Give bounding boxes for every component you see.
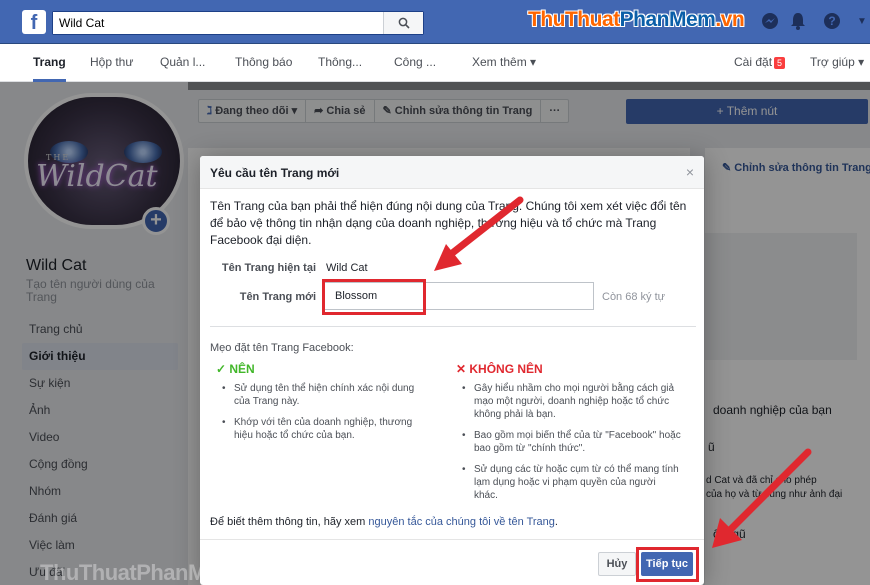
search-input[interactable] — [53, 12, 383, 34]
facebook-logo-icon[interactable]: f — [22, 10, 46, 34]
tab-publishing-tools[interactable]: Công ... — [394, 44, 436, 82]
do-heading: ✓ NÊN — [216, 362, 255, 376]
search-icon — [398, 17, 410, 29]
svg-text:?: ? — [828, 14, 835, 28]
tab-page[interactable]: Trang — [33, 44, 66, 82]
cancel-button[interactable]: Hủy — [598, 552, 636, 576]
more-info-prefix: Để biết thêm thông tin, hãy xem — [210, 516, 369, 528]
dont-list: Gây hiểu nhầm cho mọi người bằng cách gi… — [460, 382, 682, 510]
list-item: Gây hiểu nhầm cho mọi người bằng cách gi… — [460, 382, 682, 421]
more-info-text: Để biết thêm thông tin, hãy xem nguyên t… — [210, 516, 558, 528]
page-name-guidelines-link[interactable]: nguyên tắc của chúng tôi về tên Trang — [368, 516, 555, 528]
list-item: Sử dụng tên thể hiện chính xác nội dung … — [220, 382, 430, 408]
dialog-divider — [210, 326, 696, 327]
current-name-label: Tên Trang hiện tại — [221, 262, 316, 274]
continue-highlight-box — [636, 547, 699, 582]
list-item: Sử dụng các từ hoặc cụm từ có thể mang t… — [460, 463, 682, 502]
new-name-highlight-box — [322, 279, 426, 315]
more-info-suffix: . — [554, 516, 558, 528]
tab-more[interactable]: Xem thêm ▾ — [472, 44, 536, 82]
notifications-bell-icon[interactable] — [788, 12, 808, 32]
account-menu-arrow-icon[interactable]: ▼ — [852, 12, 870, 32]
help-question-icon[interactable]: ? — [822, 12, 842, 32]
settings-badge: 5 — [774, 56, 786, 69]
tab-notifications[interactable]: Thông báo — [235, 44, 292, 82]
close-icon[interactable]: × — [686, 164, 694, 180]
watermark-bottom: ThuThuatPhanMem.vn — [40, 560, 267, 585]
settings-link[interactable]: Cài đặt 5 — [734, 44, 786, 82]
characters-remaining: Còn 68 ký tự — [602, 291, 666, 303]
dont-heading: ✕ KHÔNG NÊN — [456, 362, 543, 376]
dialog-header: Yêu cầu tên Trang mới × — [200, 156, 704, 189]
dialog-description: Tên Trang của bạn phải thể hiện đúng nội… — [210, 199, 687, 247]
list-item: Khớp với tên của doanh nghiệp, thương hi… — [220, 416, 430, 442]
watermark-logo: ThuThuatPhanMem.vn — [528, 8, 745, 31]
tab-inbox[interactable]: Hộp thư — [90, 44, 133, 82]
new-name-label: Tên Trang mới — [239, 291, 316, 303]
tab-manage[interactable]: Quản l... — [160, 44, 205, 82]
help-link[interactable]: Trợ giúp ▾ — [810, 44, 864, 82]
rename-page-dialog: Yêu cầu tên Trang mới × Tên Trang của bạ… — [200, 156, 704, 585]
top-bar: f ThuThuatPhanMem.vn ? ▼ — [0, 0, 870, 44]
dialog-title: Yêu cầu tên Trang mới — [210, 166, 340, 180]
do-list: Sử dụng tên thể hiện chính xác nội dung … — [220, 382, 430, 450]
messenger-icon[interactable] — [760, 12, 780, 32]
page-nav-bar: Trang Hộp thư Quản l... Thông báo Thông.… — [0, 44, 870, 82]
list-item: Bao gồm mọi biến thể của từ "Facebook" h… — [460, 429, 682, 455]
search-box[interactable] — [52, 11, 424, 35]
current-name-value: Wild Cat — [326, 262, 368, 274]
settings-label: Cài đặt — [734, 55, 773, 69]
tips-title: Mẹo đặt tên Trang Facebook: — [210, 342, 354, 354]
search-button[interactable] — [383, 12, 423, 34]
tab-insights[interactable]: Thông... — [318, 44, 362, 82]
